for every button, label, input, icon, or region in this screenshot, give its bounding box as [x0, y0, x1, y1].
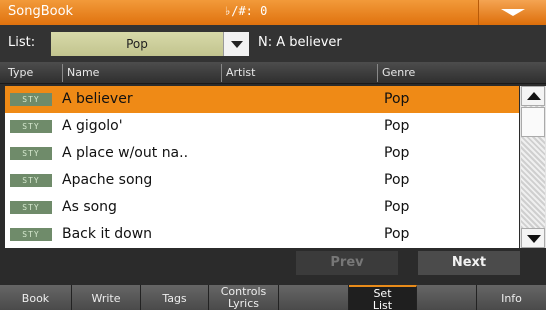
song-genre: Pop [384, 226, 410, 242]
column-header-type[interactable]: Type [8, 66, 33, 79]
tab-label: Tags [162, 292, 187, 305]
table-row[interactable]: STY As song Pop [5, 194, 519, 221]
tab-tags[interactable]: Tags [141, 285, 209, 310]
tab-label: Controls [220, 285, 267, 298]
title-bar: SongBook ♭/#: 0 [0, 0, 546, 25]
tab-label: List [372, 299, 393, 310]
style-type-badge: STY [10, 147, 52, 160]
tab-empty [417, 285, 477, 310]
table-row[interactable]: STY A place w/out na.. Pop [5, 140, 519, 167]
column-header-name[interactable]: Name [67, 66, 99, 79]
style-type-badge: STY [10, 174, 52, 187]
song-genre: Pop [384, 145, 410, 161]
scroll-down-button[interactable] [521, 228, 545, 248]
chevron-down-icon [501, 9, 525, 16]
transpose-indicator: ♭/#: 0 [224, 4, 268, 18]
tab-book[interactable]: Book [0, 285, 72, 310]
song-genre: Pop [384, 199, 410, 215]
next-button[interactable]: Next [418, 251, 520, 275]
song-genre: Pop [384, 172, 410, 188]
column-header-genre[interactable]: Genre [382, 66, 415, 79]
table-row[interactable]: STY Apache song Pop [5, 167, 519, 194]
column-divider [221, 64, 222, 82]
app-title: SongBook [8, 4, 74, 19]
table-row[interactable]: STY A believer Pop [5, 86, 519, 113]
song-genre: Pop [384, 91, 410, 107]
table-row[interactable]: STY A gigolo' Pop [5, 113, 519, 140]
scroll-down-icon [527, 235, 541, 243]
vertical-scrollbar[interactable] [520, 86, 546, 248]
song-name: As song [62, 199, 117, 215]
tab-label: Set [373, 287, 392, 300]
dropdown-arrow-icon [231, 41, 243, 48]
bottom-tab-bar: Book Write Tags Controls Lyrics Set List… [0, 285, 546, 310]
tab-set-list[interactable]: Set List [349, 285, 417, 310]
tab-label: Write [91, 292, 121, 305]
song-name: Back it down [62, 226, 153, 242]
style-type-badge: STY [10, 201, 52, 214]
song-name: A gigolo' [62, 118, 123, 134]
tab-write[interactable]: Write [72, 285, 141, 310]
table-row[interactable]: STY Back it down Pop [5, 221, 519, 248]
scrollbar-thumb[interactable] [521, 107, 545, 137]
list-dropdown-button[interactable] [223, 32, 249, 56]
song-name: A place w/out na.. [62, 145, 189, 161]
song-list: STY A believer Pop STY A gigolo' Pop STY… [5, 86, 519, 248]
tab-label: Lyrics [228, 297, 259, 310]
selected-entry-label: N: A believer [258, 35, 342, 50]
tab-empty [279, 285, 349, 310]
tab-label: Info [501, 292, 522, 305]
prev-button[interactable]: Prev [296, 251, 398, 275]
list-selector-row: List: Pop N: A believer [0, 25, 546, 62]
page-menu-button[interactable] [478, 0, 546, 25]
scroll-up-icon [527, 92, 541, 100]
list-label: List: [8, 35, 36, 50]
song-name: Apache song [62, 172, 153, 188]
song-name: A believer [62, 91, 133, 107]
column-header-artist[interactable]: Artist [226, 66, 255, 79]
tab-label: Book [21, 292, 50, 305]
column-divider [377, 64, 378, 82]
table-header: Type Name Artist Genre [0, 62, 546, 84]
tab-controls-lyrics[interactable]: Controls Lyrics [209, 285, 279, 310]
tab-info[interactable]: Info [477, 285, 546, 310]
style-type-badge: STY [10, 228, 52, 241]
style-type-badge: STY [10, 93, 52, 106]
style-type-badge: STY [10, 120, 52, 133]
scroll-up-button[interactable] [521, 86, 545, 106]
song-genre: Pop [384, 118, 410, 134]
list-combo[interactable]: Pop [51, 32, 223, 56]
column-divider [62, 64, 63, 82]
